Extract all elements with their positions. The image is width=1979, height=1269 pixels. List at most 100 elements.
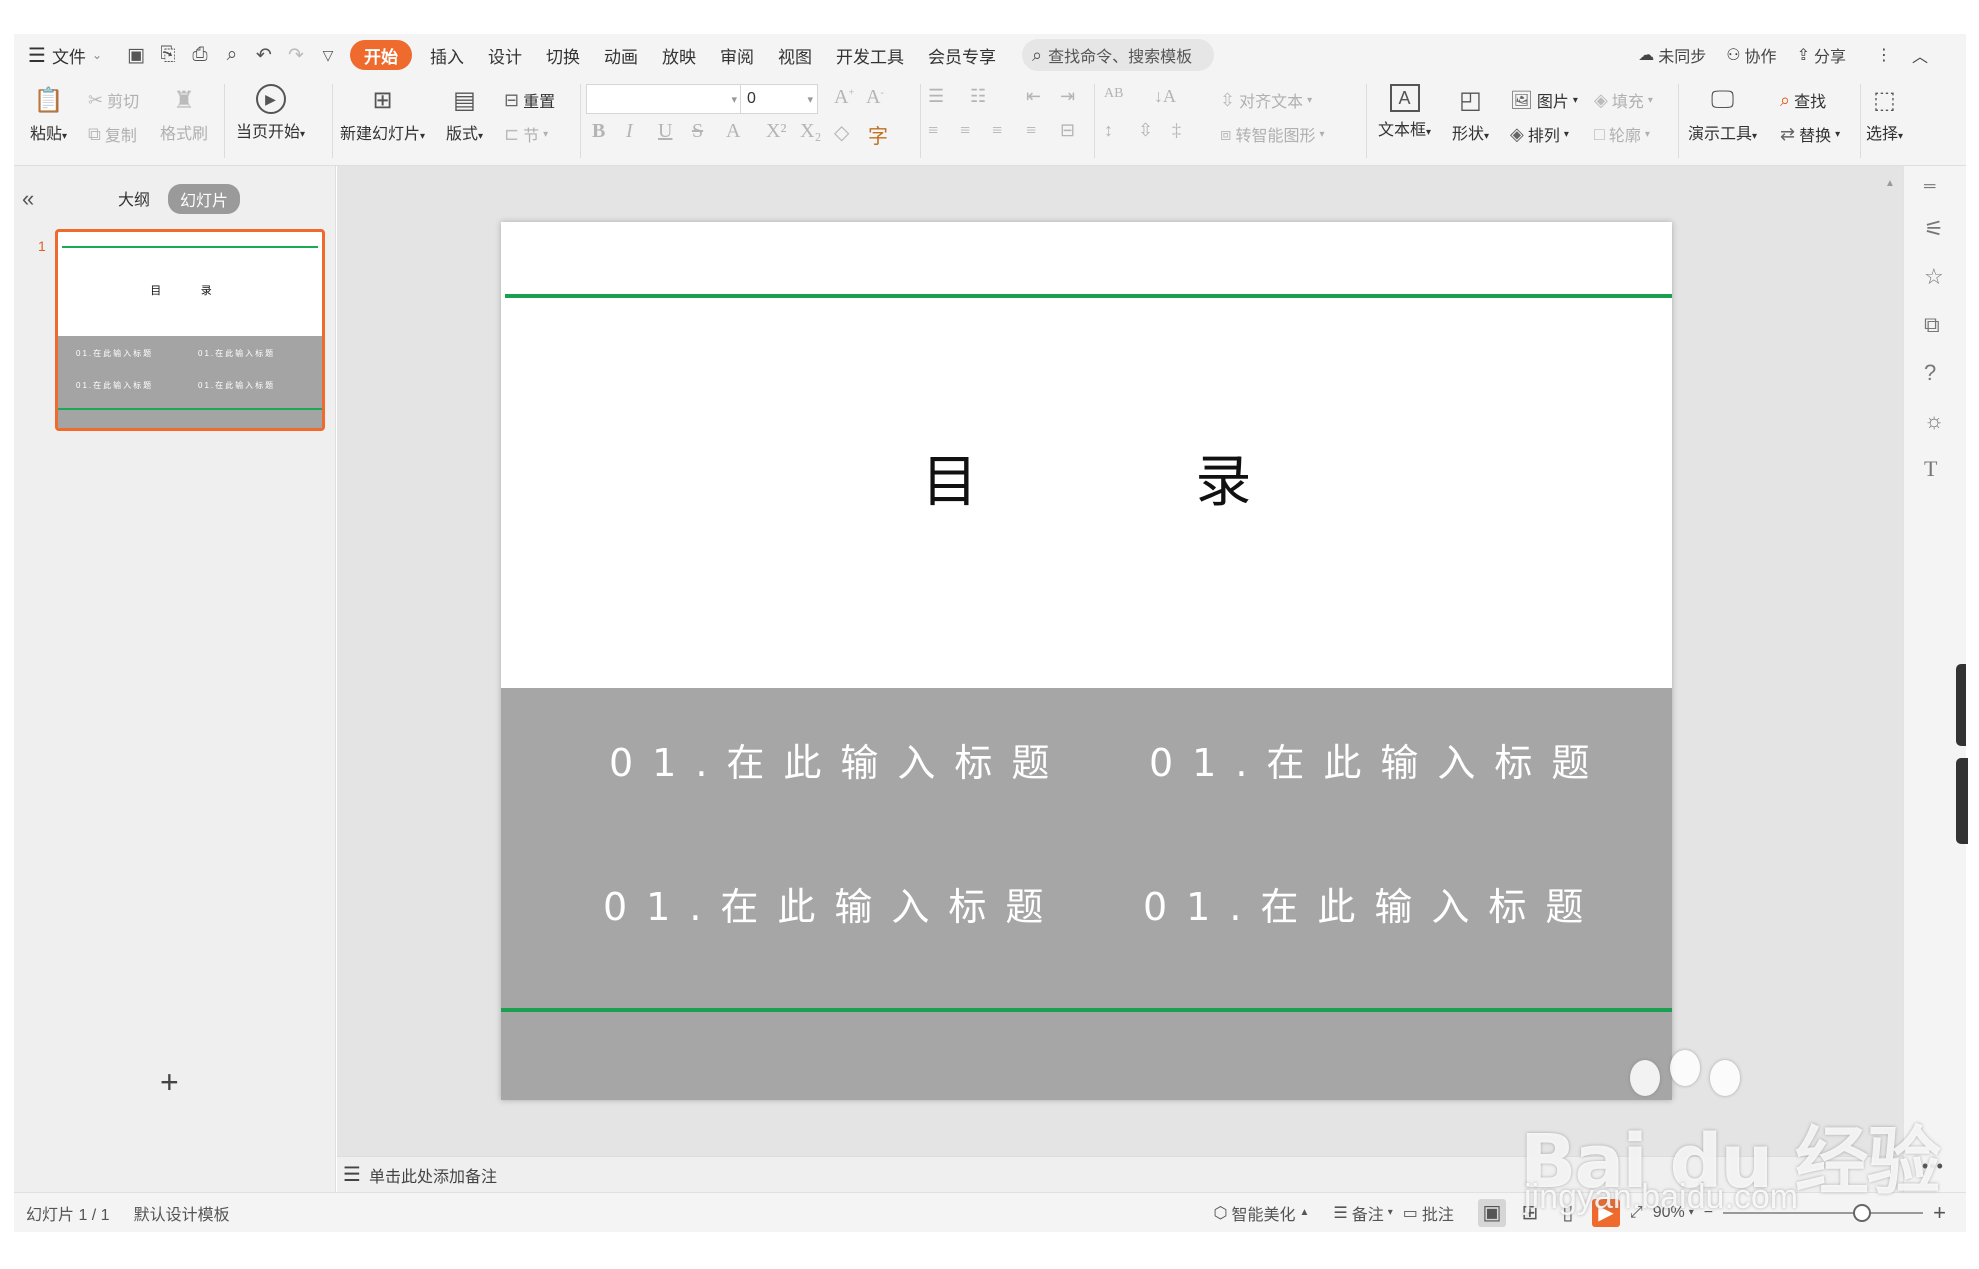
find-button[interactable]: ⌕ 查找 bbox=[1780, 88, 1826, 112]
bullet-list-icon[interactable]: ☰ bbox=[928, 86, 944, 107]
sync-button[interactable]: ☁ 未同步 bbox=[1630, 43, 1714, 67]
normal-view-icon[interactable]: ▣ bbox=[1477, 1198, 1506, 1227]
print-icon[interactable]: ⎙ bbox=[184, 40, 216, 70]
customize-icon[interactable]: ▽ bbox=[312, 40, 344, 70]
phonetic-icon[interactable]: 字 bbox=[868, 120, 888, 149]
notes-toggle-button[interactable]: ☰ 备注 ▾ bbox=[1333, 1201, 1392, 1225]
copy-button[interactable]: ⧉ 复制 bbox=[88, 122, 137, 146]
comments-button[interactable]: ▭ 批注 bbox=[1403, 1201, 1454, 1225]
command-search[interactable]: ⌕ 查找命令、搜索模板 bbox=[1022, 39, 1214, 71]
increase-indent-icon[interactable]: ⇥ bbox=[1060, 86, 1075, 107]
zoom-in-icon[interactable]: + bbox=[1933, 1200, 1946, 1226]
tab-slides[interactable]: 幻灯片 bbox=[168, 184, 241, 214]
new-slide-button[interactable]: ⊞ 新建幻灯片▾ bbox=[340, 84, 425, 144]
outline-button[interactable]: □ 轮廓 ▾ bbox=[1594, 122, 1650, 146]
undo-icon[interactable]: ↶ bbox=[248, 40, 280, 70]
textbox-button[interactable]: A 文本框▾ bbox=[1378, 84, 1431, 140]
bold-icon[interactable]: B bbox=[592, 120, 605, 143]
fill-button[interactable]: ◈ 填充 ▾ bbox=[1594, 88, 1653, 112]
copy-window-icon[interactable]: ⧉ bbox=[1924, 312, 1940, 338]
tab-view[interactable]: 视图 bbox=[766, 40, 824, 70]
more-menu-icon[interactable]: ⋮ bbox=[1868, 45, 1900, 65]
subscript-icon[interactable]: X₂ bbox=[800, 120, 821, 143]
drag-handle-icon[interactable]: ═ bbox=[1924, 178, 1935, 196]
align-text-button[interactable]: ⇳ 对齐文本 ▾ bbox=[1220, 88, 1312, 112]
numbered-list-icon[interactable]: ☷ bbox=[970, 86, 986, 107]
distribute-icon[interactable]: ⊟ bbox=[1060, 120, 1075, 141]
print-preview-icon[interactable]: ⌕ bbox=[216, 40, 248, 70]
smartart-button[interactable]: ⧈ 转智能图形 ▾ bbox=[1220, 122, 1325, 146]
replace-button[interactable]: ⇄ 替换 ▾ bbox=[1780, 122, 1840, 146]
paste-button[interactable]: 📋 粘贴▾ bbox=[30, 84, 67, 144]
collapse-ribbon-icon[interactable]: ︿ bbox=[1904, 43, 1936, 67]
reading-view-icon[interactable]: ▯ bbox=[1554, 1199, 1582, 1227]
share-button[interactable]: ⇪ 分享 bbox=[1789, 43, 1854, 67]
italic-icon[interactable]: I bbox=[626, 120, 633, 143]
save-icon[interactable]: ▣ bbox=[120, 40, 152, 70]
slide-item-3[interactable]: 01.在此输入标题 bbox=[603, 876, 1062, 931]
slide-item-1[interactable]: 01.在此输入标题 bbox=[609, 732, 1068, 787]
align-center-icon[interactable]: ≡ bbox=[960, 120, 970, 141]
zoom-out-icon[interactable]: − bbox=[1704, 1204, 1713, 1222]
scroll-up-icon[interactable]: ▲ bbox=[1885, 178, 1895, 189]
side-handle[interactable] bbox=[1956, 664, 1966, 746]
export-icon[interactable]: ⎘ bbox=[152, 40, 184, 70]
font-color-icon[interactable]: A bbox=[726, 120, 740, 143]
format-painter-button[interactable]: ♜ 格式刷 bbox=[160, 84, 208, 144]
section-button[interactable]: ⊏ 节 ▾ bbox=[504, 122, 548, 146]
add-slide-icon[interactable]: + bbox=[160, 1064, 179, 1101]
slide[interactable]: 目 录 01.在此输入标题 01.在此输入标题 01.在此输入标题 01.在此输… bbox=[501, 222, 1672, 1100]
side-handle[interactable] bbox=[1956, 758, 1968, 844]
font-size-select[interactable]: 0 ▾ bbox=[740, 84, 818, 114]
text-direction-icon[interactable]: AB bbox=[1104, 86, 1123, 102]
grow-font-icon[interactable]: A+ bbox=[834, 86, 854, 109]
zoom-level[interactable]: 90% ▾ bbox=[1653, 1204, 1694, 1222]
tab-home[interactable]: 开始 bbox=[350, 40, 412, 70]
play-slideshow-icon[interactable]: ▶ bbox=[1591, 1198, 1620, 1227]
align-left-icon[interactable]: ≡ bbox=[928, 120, 938, 141]
superscript-icon[interactable]: X² bbox=[766, 120, 786, 143]
zoom-slider-knob[interactable] bbox=[1853, 1203, 1872, 1222]
eraser-icon[interactable]: ◇ bbox=[834, 120, 849, 145]
select-button[interactable]: ⬚ 选择▾ bbox=[1866, 84, 1903, 144]
star-icon[interactable]: ☆ bbox=[1924, 264, 1944, 290]
reset-button[interactable]: ⊟ 重置 bbox=[504, 88, 555, 112]
arrange-button[interactable]: ◈ 排列 ▾ bbox=[1510, 122, 1569, 146]
strikethrough-icon[interactable]: S bbox=[692, 120, 703, 143]
tab-slideshow[interactable]: 放映 bbox=[650, 40, 708, 70]
file-menu[interactable]: ☰ 文件 ⌄ bbox=[14, 40, 114, 70]
layout-button[interactable]: ▤ 版式▾ bbox=[446, 84, 483, 144]
fit-window-icon[interactable]: ⤢ bbox=[1630, 1204, 1643, 1222]
help-icon[interactable]: ? bbox=[1924, 360, 1936, 386]
tab-design[interactable]: 设计 bbox=[476, 40, 534, 70]
decrease-indent-icon[interactable]: ⇤ bbox=[1026, 86, 1041, 107]
paragraph-spacing-icon[interactable]: ⇳ bbox=[1138, 120, 1153, 141]
underline-icon[interactable]: U bbox=[658, 120, 672, 143]
shrink-font-icon[interactable]: A- bbox=[866, 86, 884, 109]
notes-bar[interactable]: ☰ 单击此处添加备注 bbox=[337, 1156, 1903, 1192]
tab-member[interactable]: 会员专享 bbox=[916, 40, 1008, 70]
spacing-options-icon[interactable]: ‡ bbox=[1172, 120, 1181, 141]
settings-sliders-icon[interactable]: ⚟ bbox=[1924, 216, 1944, 242]
sort-icon[interactable]: ↓A bbox=[1154, 86, 1176, 107]
zoom-slider[interactable] bbox=[1723, 1203, 1924, 1222]
line-spacing-icon[interactable]: ↕ bbox=[1104, 120, 1113, 141]
text-icon[interactable]: T bbox=[1924, 456, 1937, 482]
justify-icon[interactable]: ≡ bbox=[1026, 120, 1036, 141]
slide-item-2[interactable]: 01.在此输入标题 bbox=[1149, 732, 1608, 787]
redo-icon[interactable]: ↷ bbox=[280, 40, 312, 70]
font-family-select[interactable]: ▾ bbox=[586, 84, 742, 114]
shape-button[interactable]: ◰ 形状▾ bbox=[1452, 84, 1489, 144]
template-name[interactable]: 默认设计模板 bbox=[122, 1201, 242, 1225]
tab-insert[interactable]: 插入 bbox=[418, 40, 476, 70]
collab-button[interactable]: ⚇ 协作 bbox=[1718, 43, 1784, 67]
vertical-scrollbar[interactable]: ▲ bbox=[1885, 178, 1897, 1144]
slide-item-4[interactable]: 01.在此输入标题 bbox=[1143, 876, 1602, 931]
more-icon[interactable]: ••• bbox=[1922, 1156, 1944, 1177]
play-current-button[interactable]: ▶ 当页开始▾ bbox=[236, 84, 305, 142]
align-right-icon[interactable]: ≡ bbox=[992, 120, 1002, 141]
tab-review[interactable]: 审阅 bbox=[708, 40, 766, 70]
tab-transition[interactable]: 切换 bbox=[534, 40, 592, 70]
beautify-button[interactable]: ⬡ 智能美化 ▲ bbox=[1214, 1201, 1310, 1225]
presenter-tools-button[interactable]: 🖵 演示工具▾ bbox=[1688, 84, 1757, 144]
